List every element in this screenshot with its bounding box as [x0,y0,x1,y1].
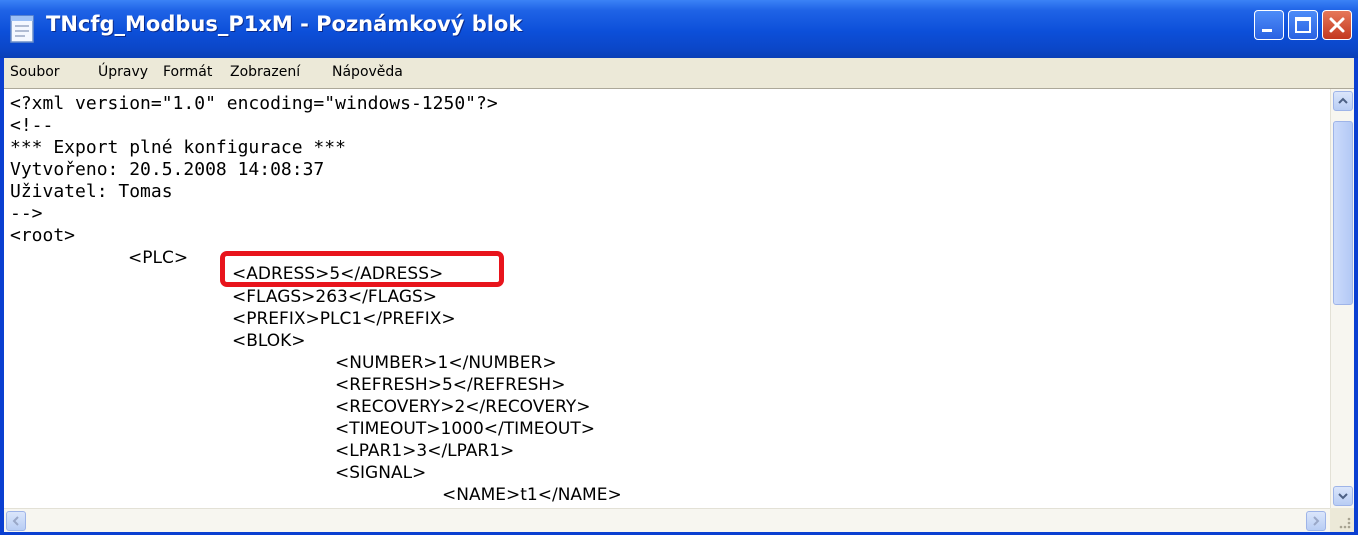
code-line: <LPAR1>3</LPAR1> [335,441,515,461]
notepad-icon [10,15,34,43]
resize-grip[interactable] [1330,508,1354,532]
code-line: <?xml version="1.0" encoding="windows-12… [10,93,498,114]
text-content[interactable]: <?xml version="1.0" encoding="windows-12… [4,89,1330,508]
horizontal-scrollbar[interactable] [4,508,1330,532]
code-line: <root> [10,225,76,246]
menu-soubor[interactable]: Soubor [10,64,60,80]
scroll-right-button[interactable] [1306,511,1326,531]
menu-upravy[interactable]: Úpravy [98,64,148,80]
code-line: <RECOVERY>2</RECOVERY> [335,397,591,417]
maximize-button[interactable] [1288,10,1318,40]
code-line: <TIMEOUT>1000</TIMEOUT> [335,419,595,439]
code-line: <NAME>t1</NAME> [442,485,622,505]
code-line: Vytvořeno: 20.5.2008 14:08:37 [10,159,325,180]
code-line: *** Export plné konfigurace *** [10,137,346,158]
menu-format[interactable]: Formát [163,64,212,80]
minimize-icon [1262,29,1272,32]
notepad-window: TNcfg_Modbus_P1xM - Poznámkový blok Soub… [0,0,1358,535]
close-icon [1329,17,1345,33]
window-title: TNcfg_Modbus_P1xM - Poznámkový blok [46,12,523,36]
vertical-scrollbar[interactable] [1330,89,1354,508]
code-line: --> [10,203,43,224]
code-line: Uživatel: Tomas [10,181,173,202]
close-button[interactable] [1322,10,1352,40]
minimize-button[interactable] [1254,10,1284,40]
menu-bar: Soubor Úpravy Formát Zobrazení Nápověda [4,58,1354,88]
code-line: <PREFIX>PLC1</PREFIX> [232,309,456,329]
chevron-right-icon [1313,516,1320,526]
maximize-icon [1295,17,1311,33]
code-line: <SIGNAL> [335,463,427,483]
scroll-up-button[interactable] [1333,91,1353,111]
chevron-up-icon [1338,97,1348,104]
code-line: <BLOK> [232,331,306,351]
title-bar[interactable]: TNcfg_Modbus_P1xM - Poznámkový blok [0,0,1358,58]
chevron-left-icon [12,516,19,526]
code-line: <NUMBER>1</NUMBER> [335,353,557,373]
resize-grip-icon [1339,517,1351,529]
code-line: <FLAGS>263</FLAGS> [232,287,438,307]
highlight-annotation [220,251,504,287]
scroll-left-button[interactable] [6,511,26,531]
scroll-down-button[interactable] [1333,486,1353,506]
code-line: <!-- [10,115,54,136]
chevron-down-icon [1338,493,1348,500]
menu-zobrazeni[interactable]: Zobrazení [230,64,300,80]
editor-area[interactable]: <?xml version="1.0" encoding="windows-12… [4,88,1354,532]
code-line: <PLC> [128,248,189,268]
vertical-scroll-thumb[interactable] [1333,121,1353,305]
code-line: <REFRESH>5</REFRESH> [335,375,566,395]
menu-napoveda[interactable]: Nápověda [332,64,403,80]
